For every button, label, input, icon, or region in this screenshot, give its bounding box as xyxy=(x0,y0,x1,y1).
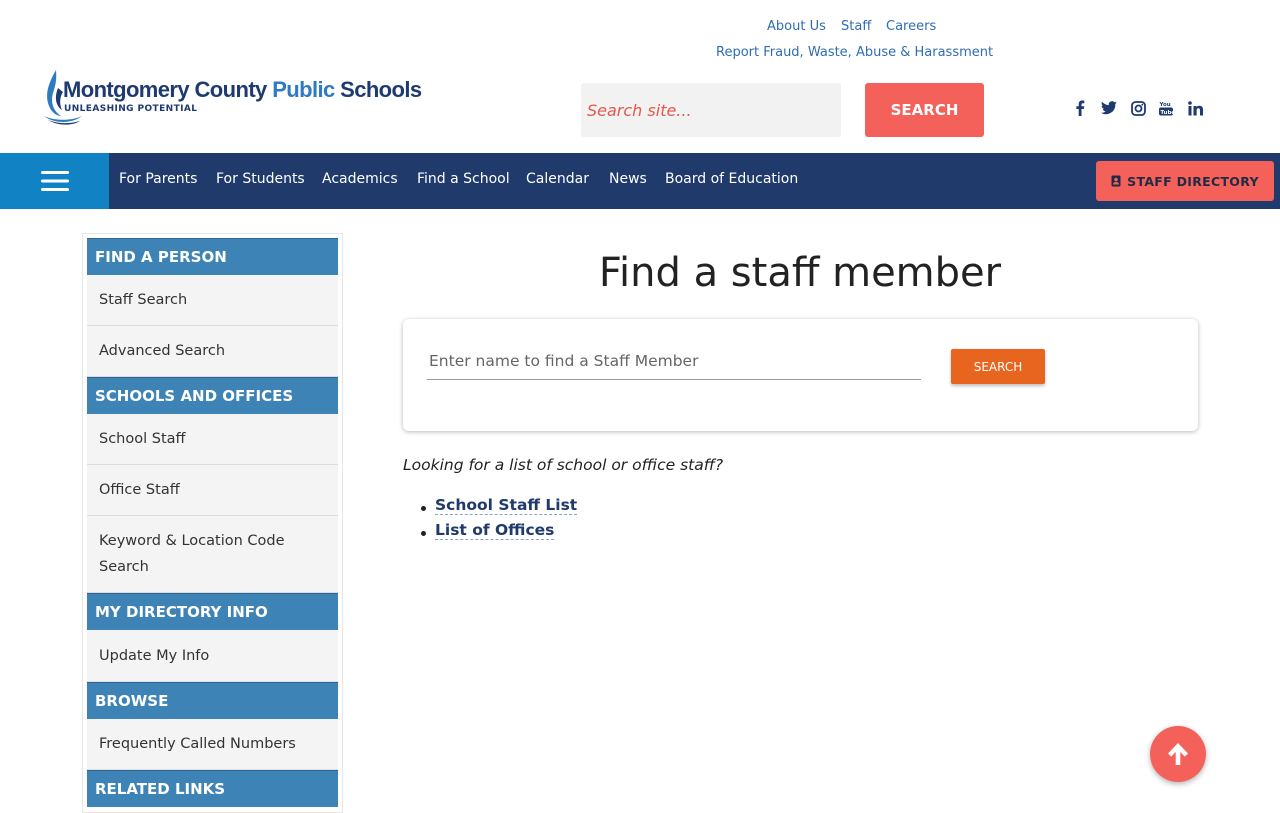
main-nav: For Parents For Students Academics Find … xyxy=(0,153,1280,209)
school-staff-list-link[interactable]: School Staff List xyxy=(435,496,578,515)
about-us-link[interactable]: About Us xyxy=(767,19,826,34)
nav-for-parents[interactable]: For Parents xyxy=(119,171,197,187)
twitter-icon[interactable] xyxy=(1099,98,1119,118)
nav-board-of-education[interactable]: Board of Education xyxy=(665,171,798,187)
hamburger-menu-button[interactable] xyxy=(0,153,109,209)
nav-academics[interactable]: Academics xyxy=(322,171,398,187)
sidebar-heading-related-links: RELATED LINKS xyxy=(87,770,338,807)
logo-wordmark: Montgomery County Public Schools xyxy=(63,77,422,103)
instagram-icon[interactable] xyxy=(1128,98,1148,118)
linkedin-icon[interactable] xyxy=(1185,98,1205,118)
staff-directory-button[interactable]: STAFF DIRECTORY xyxy=(1096,161,1274,201)
sidebar-item-school-staff[interactable]: School Staff xyxy=(87,414,338,465)
staff-name-input[interactable] xyxy=(427,343,921,380)
hamburger-icon xyxy=(40,171,69,191)
sidebar-heading-schools-and-offices: SCHOOLS AND OFFICES xyxy=(87,377,338,414)
list-of-offices-link[interactable]: List of Offices xyxy=(435,521,555,540)
nav-news[interactable]: News xyxy=(609,171,647,187)
logo-tagline: UNLEASHING POTENTIAL xyxy=(64,104,198,114)
sidebar: FIND A PERSON Staff Search Advanced Sear… xyxy=(82,233,343,813)
sidebar-item-update-my-info[interactable]: Update My Info xyxy=(87,630,338,682)
list-item: List of Offices xyxy=(420,521,577,546)
address-book-icon xyxy=(1111,175,1121,187)
staff-directory-label: STAFF DIRECTORY xyxy=(1127,173,1259,189)
sidebar-item-keyword-location-search[interactable]: Keyword & Location Code Search xyxy=(87,516,338,593)
staff-list-links: School Staff List List of Offices xyxy=(420,496,578,546)
list-item: School Staff List xyxy=(420,496,578,521)
staff-search-button[interactable]: SEARCH xyxy=(951,349,1045,384)
sidebar-heading-browse: BROWSE xyxy=(87,682,338,719)
nav-find-a-school[interactable]: Find a School xyxy=(417,171,510,187)
logo-text-schools: Schools xyxy=(334,77,422,102)
site-search-button[interactable]: SEARCH xyxy=(865,83,984,137)
arrow-up-icon xyxy=(1168,743,1188,765)
sidebar-heading-my-directory-info: MY DIRECTORY INFO xyxy=(87,593,338,630)
facebook-icon[interactable] xyxy=(1070,98,1090,118)
sidebar-item-staff-search[interactable]: Staff Search xyxy=(87,275,338,326)
nav-for-students[interactable]: For Students xyxy=(216,171,305,187)
sidebar-heading-find-a-person: FIND A PERSON xyxy=(87,238,338,275)
site-header: Montgomery County Public Schools UNLEASH… xyxy=(0,0,1280,153)
logo-text-montgomery-county: Montgomery County xyxy=(63,77,273,102)
staff-link[interactable]: Staff xyxy=(841,19,871,34)
logo-text-public: Public xyxy=(272,77,335,102)
lookup-prompt-text: Looking for a list of school or office s… xyxy=(403,456,724,474)
sidebar-item-advanced-search[interactable]: Advanced Search xyxy=(87,326,338,377)
nav-calendar[interactable]: Calendar xyxy=(526,171,589,187)
sidebar-item-frequently-called-numbers[interactable]: Frequently Called Numbers xyxy=(87,719,338,770)
sidebar-item-office-staff[interactable]: Office Staff xyxy=(87,465,338,516)
staff-search-card: SEARCH xyxy=(403,319,1198,431)
svg-text:Tube: Tube xyxy=(1160,110,1174,116)
report-fraud-link[interactable]: Report Fraud, Waste, Abuse & Harassment xyxy=(716,45,993,60)
youtube-icon[interactable]: You Tube xyxy=(1156,98,1176,118)
back-to-top-button[interactable] xyxy=(1150,726,1206,782)
careers-link[interactable]: Careers xyxy=(886,19,936,34)
page-title: Find a staff member xyxy=(598,250,1002,296)
svg-text:You: You xyxy=(1159,102,1171,108)
site-search-input[interactable] xyxy=(581,83,841,137)
mcps-logo[interactable]: Montgomery County Public Schools UNLEASH… xyxy=(42,66,422,126)
